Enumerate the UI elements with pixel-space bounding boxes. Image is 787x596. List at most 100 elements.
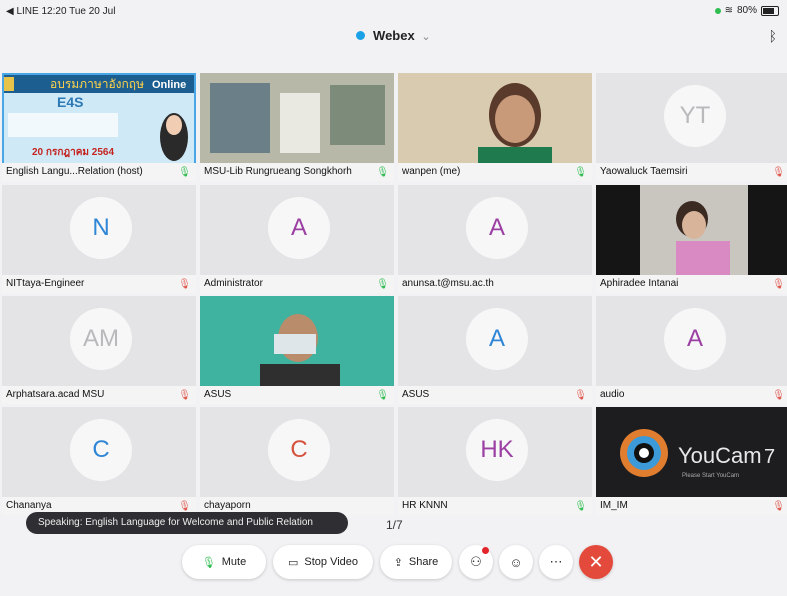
participant-tile[interactable]: N NITtaya-Engineer 🎙: [2, 185, 196, 293]
participant-tile[interactable]: YouCam 7 Please Start YouCam IM_IM 🎙: [596, 407, 787, 515]
participant-tile-host[interactable]: อบรมภาษาอังกฤษ Online E4S 20 กรกฎาคม 256…: [2, 73, 196, 181]
more-button[interactable]: ⋯: [539, 545, 573, 579]
mic-muted-icon: 🎙: [574, 390, 587, 401]
participant-name: MSU-Lib Rungrueang Songkhorh: [204, 166, 352, 177]
bluetooth-icon[interactable]: ᛒ: [769, 28, 777, 44]
participant-tile[interactable]: YT Yaowaluck Taemsiri 🎙: [596, 73, 787, 181]
participant-tile[interactable]: C chayaporn: [200, 407, 394, 515]
name-bar: English Langu...Relation (host): [2, 163, 196, 181]
mute-label: Mute: [221, 556, 247, 568]
participant-tile[interactable]: A Administrator 🎙: [200, 185, 394, 293]
participant-name: English Langu...Relation (host): [6, 166, 143, 177]
name-bar: IM_IM: [596, 497, 787, 515]
participant-name: Arphatsara.acad MSU: [6, 389, 105, 400]
video-feed: [398, 73, 592, 163]
name-bar: wanpen (me): [398, 163, 592, 181]
status-left: ◀ LINE 12:20 Tue 20 Jul: [6, 6, 116, 17]
participant-tile-self[interactable]: wanpen (me) 🎙: [398, 73, 592, 181]
participant-name: Yaowaluck Taemsiri: [600, 166, 688, 177]
participant-name: ASUS: [402, 389, 430, 400]
participant-grid: อบรมภาษาอังกฤษ Online E4S 20 กรกฎาคม 256…: [2, 73, 787, 515]
banner-online: Online: [152, 79, 186, 91]
participant-name: ASUS: [204, 389, 232, 400]
mic-icon: 🎙: [201, 556, 216, 569]
name-bar: anunsa.t@msu.ac.th: [398, 275, 592, 293]
smiley-icon: ☺: [509, 554, 523, 570]
mute-button[interactable]: 🎙 Mute: [182, 545, 266, 579]
share-button[interactable]: ⇪ Share: [380, 545, 452, 579]
app-title: Webex: [373, 28, 415, 43]
share-label: Share: [408, 556, 439, 568]
participant-name: wanpen (me): [402, 166, 461, 177]
name-bar: Yaowaluck Taemsiri: [596, 163, 787, 181]
person-icon: ⚇: [470, 554, 482, 569]
avatar: C: [268, 419, 330, 481]
app-switcher[interactable]: Webex ⌄: [0, 28, 787, 43]
page-indicator: 1/7: [386, 518, 403, 532]
reactions-button[interactable]: ☺: [499, 545, 533, 579]
presentation-banner: อบรมภาษาอังกฤษ Online E4S 20 กรกฎาคม 256…: [2, 73, 196, 163]
avatar: AM: [70, 308, 132, 370]
video-feed: [200, 73, 394, 163]
activity-dot-icon: [714, 7, 721, 14]
youcam-brand: YouCam: [678, 443, 762, 468]
mic-on-icon: 🎙: [376, 279, 389, 290]
name-bar: Arphatsara.acad MSU: [2, 386, 196, 404]
participant-name: Chananya: [6, 500, 52, 511]
name-bar: NITtaya-Engineer: [2, 275, 196, 293]
video-camera-icon: ▭: [287, 556, 299, 569]
participant-tile[interactable]: HK HR KNNN 🎙: [398, 407, 592, 515]
participant-tile[interactable]: AM Arphatsara.acad MSU 🎙: [2, 296, 196, 404]
avatar: A: [664, 308, 726, 370]
banner-date: 20 กรกฎาคม 2564: [32, 147, 114, 158]
mic-on-icon: 🎙: [574, 167, 587, 178]
participant-tile[interactable]: MSU-Lib Rungrueang Songkhorh 🎙: [200, 73, 394, 181]
participant-name: IM_IM: [600, 500, 628, 511]
participant-name: anunsa.t@msu.ac.th: [402, 278, 494, 289]
stop-video-button[interactable]: ▭ Stop Video: [273, 545, 373, 579]
webex-logo-icon: [356, 31, 366, 40]
participant-name: Administrator: [204, 278, 263, 289]
participant-name: audio: [600, 389, 625, 400]
participant-tile[interactable]: A audio 🎙: [596, 296, 787, 404]
mic-on-icon: 🎙: [376, 167, 389, 178]
avatar: A: [268, 197, 330, 259]
participant-tile[interactable]: ASUS 🎙: [200, 296, 394, 404]
mic-muted-icon: 🎙: [178, 279, 191, 290]
battery-percent: 80%: [736, 5, 757, 16]
participants-button[interactable]: ⚇: [459, 545, 493, 579]
mic-on-icon: 🎙: [574, 501, 587, 512]
speaking-toast: Speaking: English Language for Welcome a…: [26, 512, 348, 534]
participant-tile[interactable]: C Chananya 🎙: [2, 407, 196, 515]
more-icon: ⋯: [549, 554, 563, 569]
mic-muted-icon: 🎙: [772, 501, 785, 512]
youcam-feed: YouCam 7 Please Start YouCam: [596, 407, 787, 497]
chevron-down-icon: ⌄: [421, 31, 431, 43]
participant-name: NITtaya-Engineer: [6, 278, 85, 289]
video-feed: [596, 185, 787, 275]
participant-name: chayaporn: [204, 500, 251, 511]
leave-meeting-button[interactable]: ✕: [579, 545, 613, 579]
participant-tile[interactable]: Aphiradee Intanai 🎙: [596, 185, 787, 293]
avatar: HK: [466, 419, 528, 481]
name-bar: ASUS: [398, 386, 592, 404]
meeting-controls: 🎙 Mute ▭ Stop Video ⇪ Share ⚇ ☺ ⋯ ✕: [0, 545, 787, 581]
status-bar: ◀ LINE 12:20 Tue 20 Jul ≋ 80%: [0, 0, 787, 24]
mic-muted-icon: 🎙: [178, 501, 191, 512]
mic-muted-icon: 🎙: [772, 390, 785, 401]
status-right: ≋ 80%: [714, 5, 779, 16]
stop-video-label: Stop Video: [304, 556, 359, 568]
participant-tile[interactable]: A ASUS 🎙: [398, 296, 592, 404]
wifi-icon: ≋: [724, 5, 733, 16]
participant-tile[interactable]: A anunsa.t@msu.ac.th: [398, 185, 592, 293]
mic-muted-icon: 🎙: [772, 167, 785, 178]
avatar: YT: [664, 85, 726, 147]
banner-thai-title: อบรมภาษาอังกฤษ: [50, 77, 144, 91]
mic-muted-icon: 🎙: [178, 390, 191, 401]
avatar: A: [466, 308, 528, 370]
notification-dot: [482, 547, 489, 554]
share-icon: ⇪: [393, 556, 403, 569]
name-bar: Administrator: [200, 275, 394, 293]
video-feed: [200, 296, 394, 386]
avatar: A: [466, 197, 528, 259]
